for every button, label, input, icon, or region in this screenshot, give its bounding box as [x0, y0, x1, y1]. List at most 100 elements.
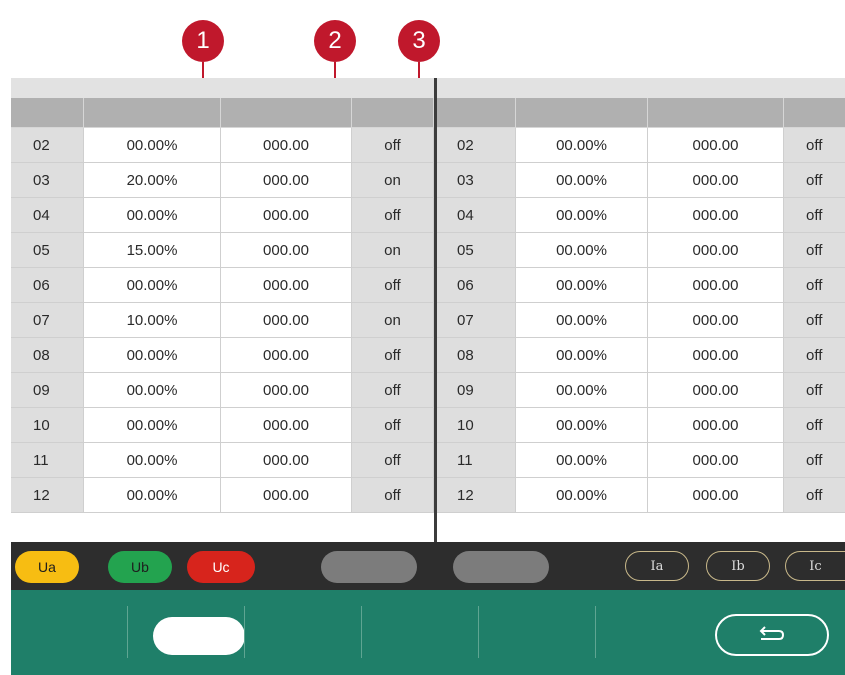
percent-cell[interactable]: 00.00% [516, 408, 648, 443]
blank-indicator-button[interactable] [321, 551, 417, 583]
value-cell[interactable]: 000.00 [221, 443, 352, 478]
ua-phase-button[interactable]: Ua [15, 551, 79, 583]
softkey-button[interactable] [153, 617, 245, 655]
status-cell[interactable]: off [784, 443, 845, 478]
status-cell[interactable]: on [352, 233, 434, 268]
value-cell[interactable]: 000.00 [221, 338, 352, 373]
harmonic-order-cell: 04 [437, 198, 516, 233]
ib-phase-button[interactable]: Ib [706, 551, 770, 581]
status-cell[interactable]: off [784, 373, 845, 408]
harmonic-order-cell: 08 [437, 338, 516, 373]
status-cell[interactable]: off [784, 303, 845, 338]
value-cell[interactable]: 000.00 [221, 303, 352, 338]
status-cell[interactable]: off [352, 128, 434, 163]
softkey-separator [127, 606, 128, 658]
return-arrow-icon [757, 626, 787, 644]
percent-cell[interactable]: 00.00% [84, 443, 221, 478]
value-cell[interactable]: 000.00 [221, 233, 352, 268]
harmonic-order-cell: 10 [11, 408, 84, 443]
ub-phase-button[interactable]: Ub [108, 551, 172, 583]
status-cell[interactable]: off [784, 268, 845, 303]
value-cell[interactable]: 000.00 [648, 163, 784, 198]
harmonic-order-cell: 10 [437, 408, 516, 443]
percent-cell[interactable]: 00.00% [516, 198, 648, 233]
percent-cell[interactable]: 00.00% [516, 373, 648, 408]
percent-cell[interactable]: 00.00% [516, 268, 648, 303]
ia-phase-button[interactable]: Ia [625, 551, 689, 581]
percent-cell[interactable]: 00.00% [516, 478, 648, 513]
status-cell[interactable]: off [784, 163, 845, 198]
percent-cell[interactable]: 00.00% [516, 163, 648, 198]
percent-cell[interactable]: 15.00% [84, 233, 221, 268]
softkey-separator [244, 606, 245, 658]
value-cell[interactable]: 000.00 [648, 408, 784, 443]
percent-cell[interactable]: 00.00% [84, 128, 221, 163]
percent-cell[interactable]: 00.00% [84, 408, 221, 443]
value-cell[interactable]: 000.00 [648, 198, 784, 233]
value-cell[interactable]: 000.00 [221, 198, 352, 233]
value-cell[interactable]: 000.00 [221, 373, 352, 408]
harmonic-table-right: 02 00.00% 000.00 off 03 00.00% 000.00 off 04 00.0… [437, 98, 845, 513]
value-cell[interactable]: 000.00 [648, 128, 784, 163]
value-cell[interactable]: 000.00 [648, 233, 784, 268]
value-cell[interactable]: 000.00 [648, 478, 784, 513]
status-cell[interactable]: on [352, 303, 434, 338]
percent-cell[interactable]: 20.00% [84, 163, 221, 198]
status-cell[interactable]: off [784, 128, 845, 163]
value-cell[interactable]: 000.00 [221, 128, 352, 163]
blank-indicator-button[interactable] [453, 551, 549, 583]
percent-cell[interactable]: 00.00% [516, 443, 648, 478]
percent-cell[interactable]: 00.00% [516, 303, 648, 338]
uc-phase-button[interactable]: Uc [187, 551, 255, 583]
table-header-cell [437, 98, 516, 128]
harmonic-order-cell: 11 [437, 443, 516, 478]
harmonic-order-cell: 09 [11, 373, 84, 408]
value-cell[interactable]: 000.00 [648, 443, 784, 478]
table-header-cell [784, 98, 845, 128]
status-cell[interactable]: off [784, 338, 845, 373]
status-cell[interactable]: off [352, 338, 434, 373]
back-button[interactable] [715, 614, 829, 656]
callout-number: 1 [182, 20, 224, 62]
ic-phase-button[interactable]: Ic [785, 551, 845, 581]
percent-cell[interactable]: 10.00% [84, 303, 221, 338]
status-cell[interactable]: off [352, 443, 434, 478]
percent-cell[interactable]: 00.00% [84, 478, 221, 513]
percent-cell[interactable]: 00.00% [84, 268, 221, 303]
percent-cell[interactable]: 00.00% [516, 233, 648, 268]
percent-cell[interactable]: 00.00% [84, 198, 221, 233]
harmonic-order-cell: 02 [11, 128, 84, 163]
status-cell[interactable]: off [352, 198, 434, 233]
percent-cell[interactable]: 00.00% [516, 338, 648, 373]
table-header-cell [352, 98, 434, 128]
status-cell[interactable]: off [784, 233, 845, 268]
value-cell[interactable]: 000.00 [221, 268, 352, 303]
status-cell[interactable]: off [784, 408, 845, 443]
percent-cell[interactable]: 00.00% [84, 338, 221, 373]
table-header-cell [221, 98, 352, 128]
panel-divider [434, 78, 437, 542]
status-cell[interactable]: on [352, 163, 434, 198]
value-cell[interactable]: 000.00 [221, 478, 352, 513]
status-cell[interactable]: off [352, 268, 434, 303]
softkey-separator [361, 606, 362, 658]
value-cell[interactable]: 000.00 [648, 338, 784, 373]
status-cell[interactable]: off [352, 373, 434, 408]
harmonic-order-cell: 03 [11, 163, 84, 198]
softkey-separator [478, 606, 479, 658]
value-cell[interactable]: 000.00 [648, 373, 784, 408]
value-cell[interactable]: 000.00 [648, 268, 784, 303]
harmonic-order-cell: 06 [437, 268, 516, 303]
percent-cell[interactable]: 00.00% [516, 128, 648, 163]
value-cell[interactable]: 000.00 [221, 163, 352, 198]
percent-cell[interactable]: 00.00% [84, 373, 221, 408]
status-cell[interactable]: off [352, 408, 434, 443]
status-cell[interactable]: off [784, 478, 845, 513]
softkey-bar [11, 590, 845, 675]
status-cell[interactable]: off [784, 198, 845, 233]
status-cell[interactable]: off [352, 478, 434, 513]
value-cell[interactable]: 000.00 [221, 408, 352, 443]
value-cell[interactable]: 000.00 [648, 303, 784, 338]
table-header-cell [11, 98, 84, 128]
panel-top-strip [11, 78, 845, 98]
